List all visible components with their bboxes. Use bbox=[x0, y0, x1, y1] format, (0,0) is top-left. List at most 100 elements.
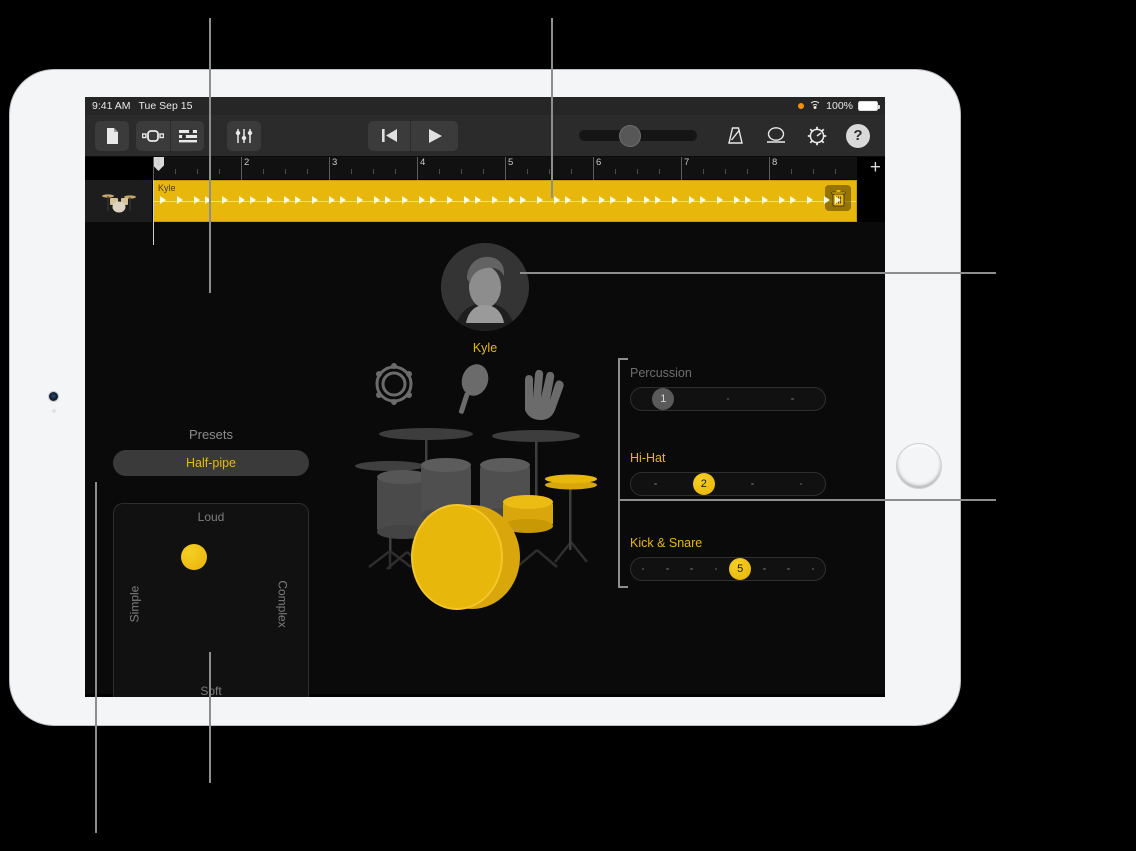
ruler-sub-tick bbox=[351, 169, 352, 174]
rewind-icon[interactable] bbox=[368, 120, 410, 151]
percussion-control: Percussion 1 bbox=[630, 366, 826, 411]
region-note bbox=[430, 196, 436, 204]
preset-button[interactable]: Half-pipe bbox=[113, 450, 309, 476]
region-note bbox=[312, 196, 318, 204]
region-note bbox=[267, 196, 273, 204]
battery-percent: 100% bbox=[826, 100, 853, 112]
status-bar: 9:41 AM Tue Sep 15 100% bbox=[85, 97, 885, 115]
ruler-bar-number: 8 bbox=[772, 157, 778, 168]
hihat-knob[interactable]: 2 bbox=[692, 473, 715, 495]
ruler-bar-number: 4 bbox=[420, 157, 426, 168]
help-label: ? bbox=[846, 123, 870, 148]
ruler-sub-tick bbox=[549, 169, 550, 174]
timeline-ruler[interactable]: + 1 2 3 4 5 6 7 8 bbox=[153, 157, 881, 180]
region-note bbox=[824, 196, 830, 204]
region-name: Kyle bbox=[158, 183, 176, 193]
transport-group bbox=[368, 120, 458, 151]
region-note bbox=[160, 196, 166, 204]
preset-name: Half-pipe bbox=[185, 456, 237, 470]
region-note bbox=[329, 196, 335, 204]
help-icon[interactable]: ? bbox=[841, 121, 875, 151]
ipad-screen: 9:41 AM Tue Sep 15 100% ? + 1 2 3 4 5 6 … bbox=[85, 97, 885, 697]
region-note bbox=[610, 196, 616, 204]
region-note bbox=[509, 196, 515, 204]
region-note bbox=[250, 196, 256, 204]
percussion-label: Percussion bbox=[630, 366, 692, 380]
presets-label: Presets bbox=[188, 427, 234, 442]
add-track-icon[interactable]: + bbox=[870, 158, 881, 177]
kick-snare-slider[interactable]: 5 bbox=[630, 557, 826, 581]
callout-line-region bbox=[551, 18, 553, 198]
drummer-avatar[interactable]: Kyle bbox=[434, 243, 536, 355]
track-list-icon[interactable] bbox=[170, 120, 204, 151]
drum-kit-illustration[interactable] bbox=[347, 362, 615, 612]
region-note bbox=[284, 196, 290, 204]
ruler-sub-tick bbox=[637, 169, 638, 174]
ruler-sub-tick bbox=[791, 169, 792, 174]
region-note bbox=[790, 196, 796, 204]
view-toggle-group bbox=[136, 120, 204, 151]
region-note bbox=[745, 196, 751, 204]
status-date: Tue Sep 15 bbox=[138, 100, 193, 112]
callout-line-xypad bbox=[95, 482, 97, 833]
region-note bbox=[582, 196, 588, 204]
region-note bbox=[222, 196, 228, 204]
ruler-sub-tick bbox=[835, 169, 836, 174]
metronome-icon[interactable] bbox=[718, 121, 752, 151]
battery-icon bbox=[858, 101, 881, 111]
region-note bbox=[464, 196, 470, 204]
track-header[interactable] bbox=[85, 180, 153, 222]
ambient-sensor-icon bbox=[52, 409, 56, 413]
ruler-sub-tick bbox=[725, 169, 726, 174]
document-icon[interactable] bbox=[95, 120, 129, 151]
hihat-slider[interactable]: 2 bbox=[630, 472, 826, 496]
kick-snare-label: Kick & Snare bbox=[630, 536, 703, 550]
home-button[interactable] bbox=[896, 443, 942, 489]
region-note bbox=[779, 196, 785, 204]
main-toolbar: ? bbox=[85, 115, 885, 157]
loop-browser-icon[interactable] bbox=[136, 120, 170, 151]
region-note bbox=[717, 196, 723, 204]
region-note bbox=[700, 196, 706, 204]
front-camera-icon bbox=[49, 392, 58, 401]
region-note bbox=[475, 196, 481, 204]
ruler-sub-tick bbox=[659, 169, 660, 174]
percussion-knob[interactable]: 1 bbox=[652, 388, 675, 410]
region-note bbox=[627, 196, 633, 204]
gear-icon[interactable] bbox=[800, 121, 834, 151]
ipad-device-frame: 9:41 AM Tue Sep 15 100% ? + 1 2 3 4 5 6 … bbox=[10, 70, 960, 725]
xy-pad[interactable]: Loud Soft Simple Complex bbox=[113, 503, 309, 697]
ruler-sub-tick bbox=[747, 169, 748, 174]
drummer-editor: Kyle Presets Half-pipe Loud Soft Simple … bbox=[85, 222, 885, 697]
ruler-sub-tick bbox=[197, 169, 198, 174]
ruler-bar-number: 2 bbox=[244, 157, 250, 168]
hihat-label: Hi-Hat bbox=[630, 451, 666, 465]
playhead-line bbox=[153, 180, 154, 245]
drummer-name: Kyle bbox=[472, 341, 498, 355]
cycle-loop-icon[interactable] bbox=[759, 121, 793, 151]
xy-pad-label-complex: Complex bbox=[275, 580, 290, 628]
xy-pad-label-loud: Loud bbox=[197, 510, 225, 524]
region-note bbox=[655, 196, 661, 204]
callout-line-swing bbox=[209, 652, 211, 783]
kick-snare-knob[interactable]: 5 bbox=[729, 558, 752, 580]
ruler-sub-tick bbox=[571, 169, 572, 174]
percussion-slider[interactable]: 1 bbox=[630, 387, 826, 411]
master-volume-slider[interactable] bbox=[579, 124, 697, 147]
region-note bbox=[295, 196, 301, 204]
ruler-bar-number: 5 bbox=[508, 157, 514, 168]
ruler-sub-tick bbox=[395, 169, 396, 174]
controls-sliders-icon[interactable] bbox=[227, 120, 261, 151]
drummer-region[interactable]: Kyle bbox=[153, 180, 857, 222]
ruler-sub-tick bbox=[175, 169, 176, 174]
ruler-sub-tick bbox=[285, 169, 286, 174]
region-note bbox=[374, 196, 380, 204]
region-note bbox=[194, 196, 200, 204]
play-icon[interactable] bbox=[410, 120, 458, 151]
xy-pad-puck[interactable] bbox=[181, 543, 208, 570]
recording-indicator-icon bbox=[798, 103, 805, 109]
track-area: Kyle bbox=[85, 180, 885, 245]
master-volume-knob[interactable] bbox=[619, 124, 641, 147]
kick-snare-control: Kick & Snare 5 bbox=[630, 536, 826, 581]
ruler-sub-tick bbox=[703, 169, 704, 174]
